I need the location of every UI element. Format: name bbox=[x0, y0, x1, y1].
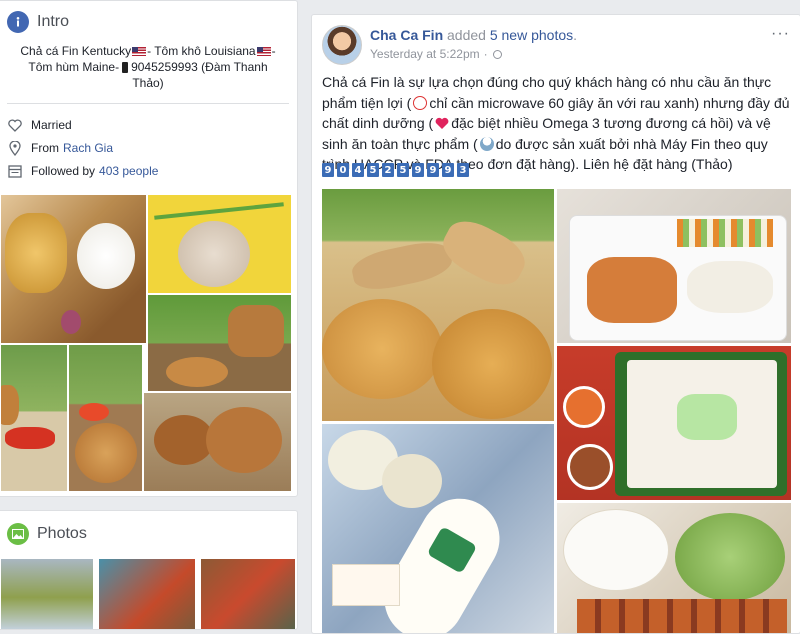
featured-photo-cha-ca-rice[interactable] bbox=[1, 195, 146, 343]
bio-text: - bbox=[271, 44, 276, 58]
intro-card: Intro Chả cá Fin Kentucky - Tôm khô Louis… bbox=[0, 0, 298, 497]
post-card: Cha Ca Fin added 5 new photos. Yesterday… bbox=[311, 14, 800, 634]
photo-thumb-2[interactable] bbox=[99, 559, 195, 629]
post-photo-4[interactable] bbox=[322, 424, 554, 633]
digit-badge: 4 bbox=[352, 163, 364, 177]
us-flag-icon bbox=[256, 47, 271, 57]
digit-badge: 9 bbox=[442, 163, 454, 177]
photos-added-link[interactable]: 5 new photos bbox=[490, 27, 573, 43]
post-header: Cha Ca Fin added 5 new photos. Yesterday… bbox=[322, 25, 577, 65]
post-action-end: . bbox=[573, 27, 578, 43]
featured-photo-peppers[interactable] bbox=[1, 345, 67, 491]
followers-row: Followed by 403 people bbox=[7, 163, 158, 179]
photo-thumb-3[interactable] bbox=[201, 559, 295, 629]
photos-icon bbox=[7, 523, 29, 545]
post-meta: Cha Ca Fin added 5 new photos. Yesterday… bbox=[370, 25, 577, 65]
digit-badge: 5 bbox=[367, 163, 379, 177]
post-options-button[interactable]: ··· bbox=[771, 25, 790, 43]
post-photo-5[interactable] bbox=[557, 503, 791, 633]
info-icon bbox=[7, 11, 29, 33]
intro-title: Intro bbox=[37, 13, 70, 30]
heart-emoji-icon bbox=[435, 115, 449, 129]
from-row: From Rach Gia bbox=[7, 140, 113, 156]
bio-text: Chả cá Fin Kentucky bbox=[20, 44, 132, 58]
featured-photo-patty-stack[interactable] bbox=[148, 295, 291, 391]
digit-badge: 9 bbox=[322, 163, 334, 177]
featured-photo-patty-herb[interactable] bbox=[69, 345, 142, 491]
follow-icon bbox=[7, 163, 23, 179]
photos-card: Photos bbox=[0, 510, 298, 630]
post-headline: Cha Ca Fin added 5 new photos. bbox=[370, 27, 577, 43]
photo-thumb-1[interactable] bbox=[1, 559, 93, 629]
globe-icon[interactable] bbox=[492, 49, 502, 59]
us-flag-icon bbox=[132, 47, 147, 57]
digit-badge: 9 bbox=[427, 163, 439, 177]
digit-badge: 3 bbox=[457, 163, 469, 177]
followed-label: Followed by bbox=[31, 164, 96, 178]
post-action-text: added bbox=[443, 27, 490, 43]
location-pin-icon bbox=[7, 140, 23, 156]
post-timestamp[interactable]: Yesterday at 5:22pm bbox=[370, 47, 480, 61]
relationship-text: Married bbox=[31, 118, 72, 132]
chef-icon bbox=[479, 136, 494, 151]
bio-text: - Tôm khô Louisiana bbox=[147, 44, 256, 58]
post-photo-3[interactable] bbox=[557, 346, 791, 500]
author-link[interactable]: Cha Ca Fin bbox=[370, 27, 443, 43]
bio-text: 9045259993 (Đàm Thanh bbox=[131, 60, 268, 74]
post-photo-2[interactable] bbox=[557, 189, 791, 343]
post-body: Chả cá Fin là sự lựa chọn đúng cho quý k… bbox=[322, 72, 792, 175]
intro-bio: Chả cá Fin Kentucky - Tôm khô Louisiana - … bbox=[7, 43, 289, 91]
digit-badge: 2 bbox=[382, 163, 394, 177]
divider bbox=[7, 103, 289, 104]
digit-badge: 0 bbox=[337, 163, 349, 177]
featured-photo-patties-board[interactable] bbox=[144, 393, 291, 491]
digit-badge: 9 bbox=[412, 163, 424, 177]
heart-icon bbox=[7, 117, 23, 133]
hometown-link[interactable]: Rach Gia bbox=[63, 141, 113, 155]
intro-header: Intro bbox=[7, 11, 69, 33]
separator-dot: · bbox=[483, 47, 488, 61]
followers-link[interactable]: 403 people bbox=[99, 164, 158, 178]
avatar[interactable] bbox=[322, 25, 362, 65]
clock-icon bbox=[413, 95, 428, 110]
bio-text: Tôm hùm Maine- bbox=[28, 60, 120, 74]
phone-icon bbox=[122, 62, 129, 74]
from-label: From bbox=[31, 141, 59, 155]
post-photo-1[interactable] bbox=[322, 189, 554, 421]
digit-badge: 5 bbox=[397, 163, 409, 177]
phone-number-digits: 9 0 4 5 2 5 9 9 9 3 bbox=[322, 163, 469, 177]
post-timestamp-row: Yesterday at 5:22pm · bbox=[370, 47, 577, 61]
relationship-row: Married bbox=[7, 117, 72, 133]
bio-text: Thảo) bbox=[132, 76, 164, 90]
photos-header: Photos bbox=[7, 523, 87, 545]
featured-photo-patty-yellow[interactable] bbox=[148, 195, 291, 293]
photos-title: Photos bbox=[37, 525, 87, 542]
